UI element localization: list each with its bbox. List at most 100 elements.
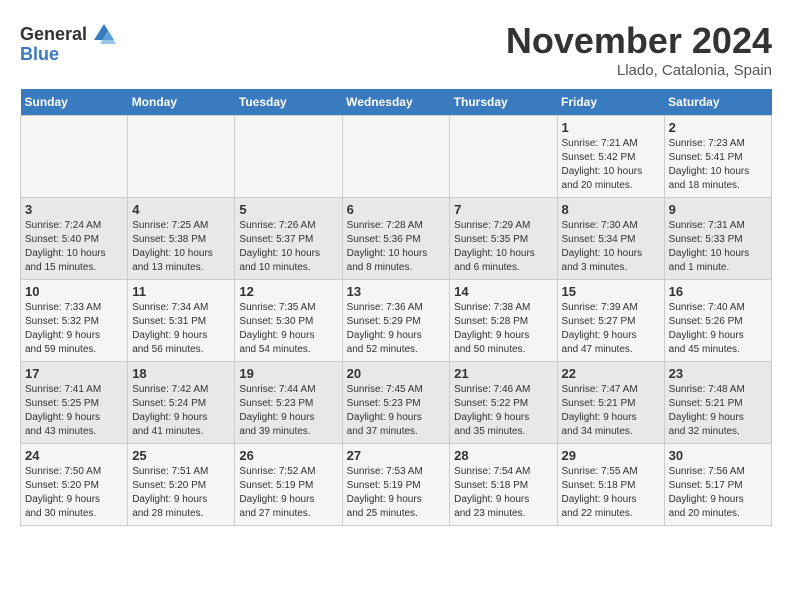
day-info: Sunrise: 7:44 AM Sunset: 5:23 PM Dayligh… [239,383,337,439]
logo-icon [90,20,118,48]
day-info: Sunrise: 7:35 AM Sunset: 5:30 PM Dayligh… [239,301,337,357]
day-info: Sunrise: 7:39 AM Sunset: 5:27 PM Dayligh… [562,301,660,357]
calendar-body: 1 Sunrise: 7:21 AM Sunset: 5:42 PM Daylig… [21,116,772,526]
calendar-cell: 28 Sunrise: 7:54 AM Sunset: 5:18 PM Dayli… [450,444,557,526]
day-number: 10 [25,284,123,299]
calendar-cell: 18Sunrise: 7:42 AM Sunset: 5:24 PM Dayli… [128,362,235,444]
weekday-header-wednesday: Wednesday [342,89,450,116]
day-info: Sunrise: 7:52 AM Sunset: 5:19 PM Dayligh… [239,465,337,521]
day-info: Sunrise: 7:47 AM Sunset: 5:21 PM Dayligh… [562,383,660,439]
calendar-week-2: 3Sunrise: 7:24 AM Sunset: 5:40 PM Daylig… [21,198,772,280]
day-number: 11 [132,284,230,299]
day-info: Sunrise: 7:30 AM Sunset: 5:34 PM Dayligh… [562,219,660,275]
calendar-cell: 2Sunrise: 7:23 AM Sunset: 5:41 PM Daylig… [664,116,771,198]
day-number: 19 [239,366,337,381]
day-info: Sunrise: 7:56 AM Sunset: 5:17 PM Dayligh… [669,465,767,521]
calendar-cell: 17Sunrise: 7:41 AM Sunset: 5:25 PM Dayli… [21,362,128,444]
day-info: Sunrise: 7:55 AM Sunset: 5:18 PM Dayligh… [562,465,660,521]
calendar-cell: 16 Sunrise: 7:40 AM Sunset: 5:26 PM Dayli… [664,280,771,362]
weekday-header-tuesday: Tuesday [235,89,342,116]
day-number: 4 [132,202,230,217]
calendar-table: SundayMondayTuesdayWednesdayThursdayFrid… [20,89,772,526]
calendar-cell: 11 Sunrise: 7:34 AM Sunset: 5:31 PM Dayli… [128,280,235,362]
calendar-cell [21,116,128,198]
day-number: 13 [347,284,446,299]
day-number: 6 [347,202,446,217]
calendar-week-3: 10 Sunrise: 7:33 AM Sunset: 5:32 PM Dayli… [21,280,772,362]
day-number: 1 [562,120,660,135]
day-number: 12 [239,284,337,299]
calendar-cell: 5 Sunrise: 7:26 AM Sunset: 5:37 PM Daylig… [235,198,342,280]
calendar-week-5: 24 Sunrise: 7:50 AM Sunset: 5:20 PM Dayli… [21,444,772,526]
day-number: 5 [239,202,337,217]
day-info: Sunrise: 7:40 AM Sunset: 5:26 PM Dayligh… [669,301,767,357]
day-number: 15 [562,284,660,299]
day-number: 20 [347,366,446,381]
calendar-cell [235,116,342,198]
page-header: General Blue November 2024 Llado, Catalo… [20,20,772,79]
calendar-cell: 14 Sunrise: 7:38 AM Sunset: 5:28 PM Dayli… [450,280,557,362]
calendar-cell: 24 Sunrise: 7:50 AM Sunset: 5:20 PM Dayli… [21,444,128,526]
title-block: November 2024 Llado, Catalonia, Spain [506,20,772,79]
day-info: Sunrise: 7:31 AM Sunset: 5:33 PM Dayligh… [669,219,767,275]
calendar-cell: 27 Sunrise: 7:53 AM Sunset: 5:19 PM Dayli… [342,444,450,526]
calendar-cell: 21 Sunrise: 7:46 AM Sunset: 5:22 PM Dayli… [450,362,557,444]
day-info: Sunrise: 7:28 AM Sunset: 5:36 PM Dayligh… [347,219,446,275]
location: Llado, Catalonia, Spain [506,62,772,79]
weekday-header-friday: Friday [557,89,664,116]
day-info: Sunrise: 7:38 AM Sunset: 5:28 PM Dayligh… [454,301,552,357]
day-number: 29 [562,448,660,463]
calendar-cell: 10 Sunrise: 7:33 AM Sunset: 5:32 PM Dayli… [21,280,128,362]
day-number: 9 [669,202,767,217]
day-number: 14 [454,284,552,299]
calendar-week-4: 17Sunrise: 7:41 AM Sunset: 5:25 PM Dayli… [21,362,772,444]
day-number: 27 [347,448,446,463]
calendar-cell: 25 Sunrise: 7:51 AM Sunset: 5:20 PM Dayli… [128,444,235,526]
calendar-cell: 9 Sunrise: 7:31 AM Sunset: 5:33 PM Daylig… [664,198,771,280]
day-number: 24 [25,448,123,463]
day-info: Sunrise: 7:53 AM Sunset: 5:19 PM Dayligh… [347,465,446,521]
day-info: Sunrise: 7:46 AM Sunset: 5:22 PM Dayligh… [454,383,552,439]
day-info: Sunrise: 7:51 AM Sunset: 5:20 PM Dayligh… [132,465,230,521]
day-info: Sunrise: 7:54 AM Sunset: 5:18 PM Dayligh… [454,465,552,521]
weekday-header-sunday: Sunday [21,89,128,116]
weekday-header-row: SundayMondayTuesdayWednesdayThursdayFrid… [21,89,772,116]
day-info: Sunrise: 7:33 AM Sunset: 5:32 PM Dayligh… [25,301,123,357]
day-number: 3 [25,202,123,217]
day-info: Sunrise: 7:25 AM Sunset: 5:38 PM Dayligh… [132,219,230,275]
calendar-cell: 8 Sunrise: 7:30 AM Sunset: 5:34 PM Daylig… [557,198,664,280]
day-info: Sunrise: 7:41 AM Sunset: 5:25 PM Dayligh… [25,383,123,439]
weekday-header-monday: Monday [128,89,235,116]
day-number: 2 [669,120,767,135]
day-number: 25 [132,448,230,463]
day-number: 8 [562,202,660,217]
calendar-cell: 12 Sunrise: 7:35 AM Sunset: 5:30 PM Dayli… [235,280,342,362]
day-number: 22 [562,366,660,381]
weekday-header-thursday: Thursday [450,89,557,116]
logo-general-text: General [20,24,87,45]
calendar-cell: 1 Sunrise: 7:21 AM Sunset: 5:42 PM Daylig… [557,116,664,198]
calendar-cell: 26 Sunrise: 7:52 AM Sunset: 5:19 PM Dayli… [235,444,342,526]
day-info: Sunrise: 7:34 AM Sunset: 5:31 PM Dayligh… [132,301,230,357]
calendar-cell: 13 Sunrise: 7:36 AM Sunset: 5:29 PM Dayli… [342,280,450,362]
day-info: Sunrise: 7:21 AM Sunset: 5:42 PM Dayligh… [562,137,660,193]
logo: General Blue [20,20,118,65]
day-number: 23 [669,366,767,381]
day-info: Sunrise: 7:29 AM Sunset: 5:35 PM Dayligh… [454,219,552,275]
day-number: 28 [454,448,552,463]
day-number: 16 [669,284,767,299]
day-info: Sunrise: 7:42 AM Sunset: 5:24 PM Dayligh… [132,383,230,439]
calendar-cell: 4 Sunrise: 7:25 AM Sunset: 5:38 PM Daylig… [128,198,235,280]
calendar-cell: 22 Sunrise: 7:47 AM Sunset: 5:21 PM Dayli… [557,362,664,444]
day-number: 26 [239,448,337,463]
day-info: Sunrise: 7:45 AM Sunset: 5:23 PM Dayligh… [347,383,446,439]
day-info: Sunrise: 7:26 AM Sunset: 5:37 PM Dayligh… [239,219,337,275]
day-number: 21 [454,366,552,381]
calendar-cell: 19 Sunrise: 7:44 AM Sunset: 5:23 PM Dayli… [235,362,342,444]
calendar-cell: 6 Sunrise: 7:28 AM Sunset: 5:36 PM Daylig… [342,198,450,280]
calendar-cell [450,116,557,198]
day-info: Sunrise: 7:36 AM Sunset: 5:29 PM Dayligh… [347,301,446,357]
calendar-cell: 7Sunrise: 7:29 AM Sunset: 5:35 PM Daylig… [450,198,557,280]
calendar-header: SundayMondayTuesdayWednesdayThursdayFrid… [21,89,772,116]
day-info: Sunrise: 7:50 AM Sunset: 5:20 PM Dayligh… [25,465,123,521]
